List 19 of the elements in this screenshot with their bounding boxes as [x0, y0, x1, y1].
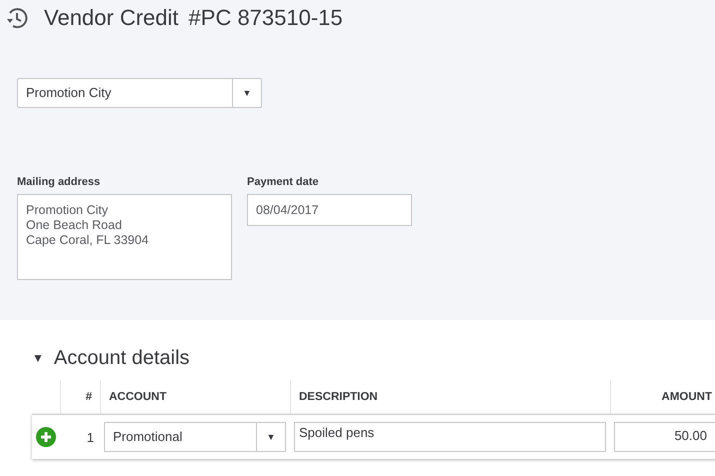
- account-dropdown[interactable]: Promotional ▼: [104, 422, 286, 452]
- add-icon[interactable]: [36, 427, 56, 447]
- column-header: #: [60, 380, 100, 414]
- credit-number: #PC 873510-15: [188, 5, 343, 31]
- column-header: DESCRIPTION: [290, 380, 610, 414]
- description-field[interactable]: Spoiled pens: [294, 422, 606, 452]
- row-number: 1: [86, 430, 95, 444]
- column-header: AMOUNT: [610, 380, 715, 414]
- field-label: Mailing address: [17, 176, 102, 188]
- vendor-dropdown[interactable]: Promotion City ▼: [17, 78, 262, 108]
- history-icon[interactable]: [4, 5, 30, 31]
- address-field[interactable]: Promotion City One Beach Road Cape Coral, FL 33904: [17, 194, 232, 280]
- page-title: Vendor Credit: [44, 5, 179, 31]
- column-header: ACCOUNT: [100, 380, 290, 414]
- date-field[interactable]: 08/04/2017: [247, 194, 412, 226]
- collapse-caret[interactable]: ▼: [32, 351, 44, 365]
- amount-field[interactable]: 50.00: [614, 422, 715, 452]
- section-title: Account details: [54, 346, 190, 370]
- field-label: Payment date: [247, 176, 320, 188]
